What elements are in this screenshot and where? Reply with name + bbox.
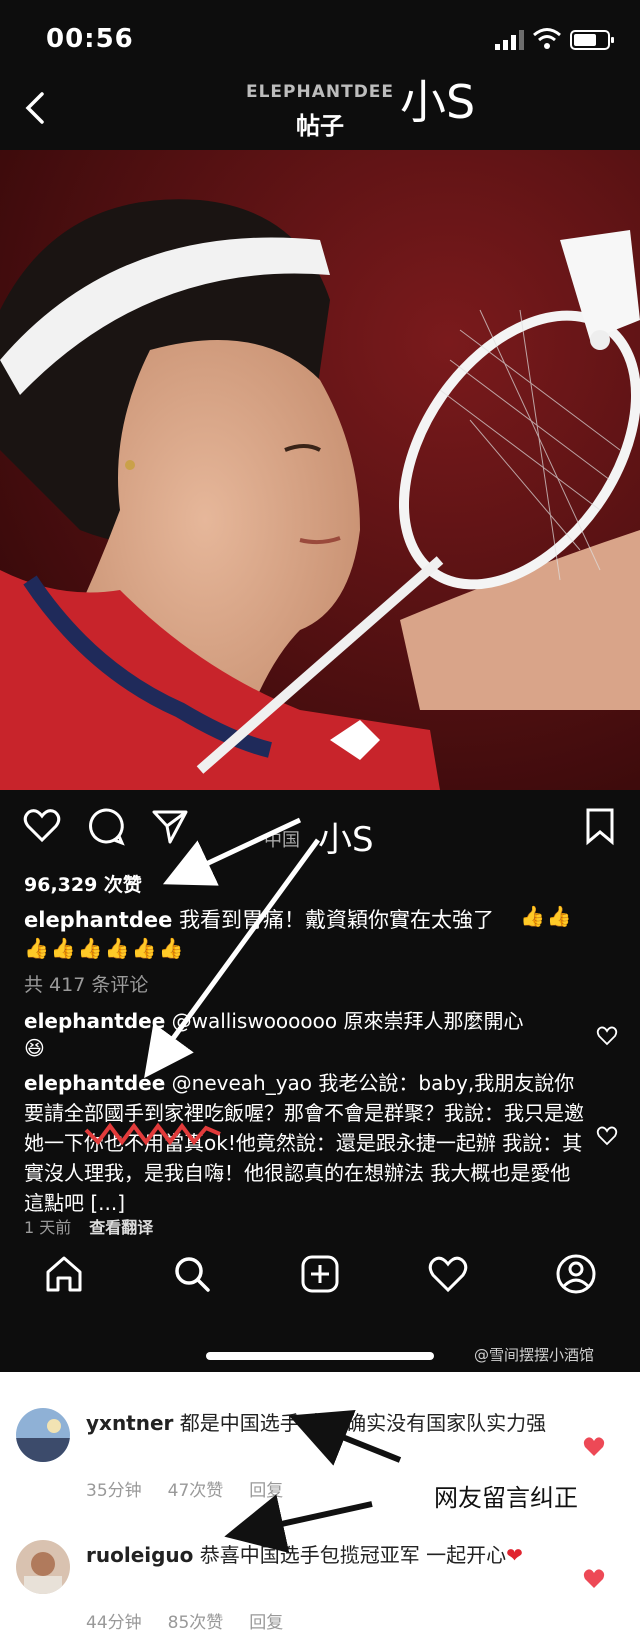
badminton-player-image [0, 150, 640, 790]
avatar[interactable] [16, 1540, 70, 1594]
comment-meta: 44分钟 85次赞 回复 [86, 1608, 309, 1633]
see-translation-link[interactable]: 查看翻译 [89, 1218, 153, 1237]
liked-heart-icon[interactable] [582, 1436, 606, 1458]
home-indicator [206, 1352, 434, 1360]
comment-item: elephantdee @walliswoooooo 原來崇拜人那麼開心 [24, 1006, 574, 1036]
annotation-correction-label: 网友留言纠正 [434, 1484, 578, 1512]
post-photo [0, 150, 640, 790]
caption-username[interactable]: elephantdee [24, 908, 172, 932]
comment-likes[interactable]: 85次赞 [168, 1613, 224, 1633]
activity-heart-icon[interactable] [426, 1252, 470, 1296]
time-ago: 1 天前 [24, 1218, 72, 1237]
comment-username[interactable]: elephantdee [24, 1009, 165, 1033]
comment-username[interactable]: elephantdee [24, 1071, 165, 1095]
back-arrow-icon[interactable] [20, 88, 50, 128]
reply-link[interactable]: 回复 [249, 1481, 283, 1501]
comment-text: 都是中国选手 省队确实没有国家队实力强 [173, 1411, 547, 1435]
header-username: ELEPHANTDEE [245, 82, 395, 102]
new-post-icon[interactable] [298, 1252, 342, 1296]
signal-icon [495, 30, 524, 50]
profile-icon[interactable] [554, 1252, 598, 1296]
thumbs-up-emojis: 👍👍 [520, 904, 574, 928]
reply-link[interactable]: 回复 [249, 1613, 283, 1633]
annotation-label: 小S [400, 75, 476, 129]
view-all-comments-link[interactable]: 共 417 条评论 [24, 970, 148, 997]
red-heart-emoji: ❤ [506, 1543, 523, 1567]
thumbs-up-emojis-row2: 👍👍👍👍👍👍 [24, 936, 186, 960]
like-heart-icon[interactable] [22, 806, 62, 846]
comment-username[interactable]: yxntner [86, 1411, 173, 1435]
comment-icon[interactable] [86, 806, 126, 846]
post-caption: elephantdee 我看到胃痛！戴資穎你實在太強了 [24, 904, 584, 936]
annotation-label-center: 小S [318, 820, 374, 860]
wifi-icon [533, 28, 561, 49]
red-scribble-mark [84, 1122, 221, 1146]
comment-like-heart-icon[interactable] [596, 1026, 618, 1046]
home-icon[interactable] [42, 1252, 86, 1296]
share-icon[interactable] [150, 806, 190, 846]
laughing-emoji: 😆 [24, 1036, 45, 1060]
status-time: 00:56 [46, 24, 134, 54]
comment-text: @walliswoooooo 原來崇拜人那麼開心 [165, 1009, 524, 1033]
caption-text: 我看到胃痛！戴資穎你實在太強了 [172, 908, 495, 932]
arrow-to-comment2 [224, 1494, 373, 1553]
comment-likes[interactable]: 47次赞 [168, 1481, 224, 1501]
liked-heart-icon[interactable] [582, 1568, 606, 1590]
comment-text: 恭喜中国选手包揽冠亚军 一起开心 [193, 1543, 507, 1567]
bookmark-icon[interactable] [580, 806, 620, 846]
comment-time: 44分钟 [86, 1613, 142, 1633]
instagram-screen: 00:56 ELEPHANTDEE 帖子 小S 小S 中国 96,329 次赞 … [0, 0, 640, 1372]
annotation-hidden-label: 中国 [264, 830, 300, 851]
post-meta: 1 天前 查看翻译 [24, 1214, 171, 1238]
watermark: @雪间摆摆小酒馆 [474, 1346, 595, 1364]
comment-like-heart-icon[interactable] [596, 1126, 618, 1146]
like-count[interactable]: 96,329 次赞 [24, 870, 142, 897]
search-icon[interactable] [170, 1252, 214, 1296]
avatar[interactable] [16, 1408, 70, 1462]
comment-username[interactable]: ruoleiguo [86, 1543, 193, 1567]
header-title: 帖子 [296, 112, 344, 140]
comment-time: 35分钟 [86, 1481, 142, 1501]
battery-icon [570, 30, 614, 50]
comment-meta: 35分钟 47次赞 回复 [86, 1476, 309, 1501]
